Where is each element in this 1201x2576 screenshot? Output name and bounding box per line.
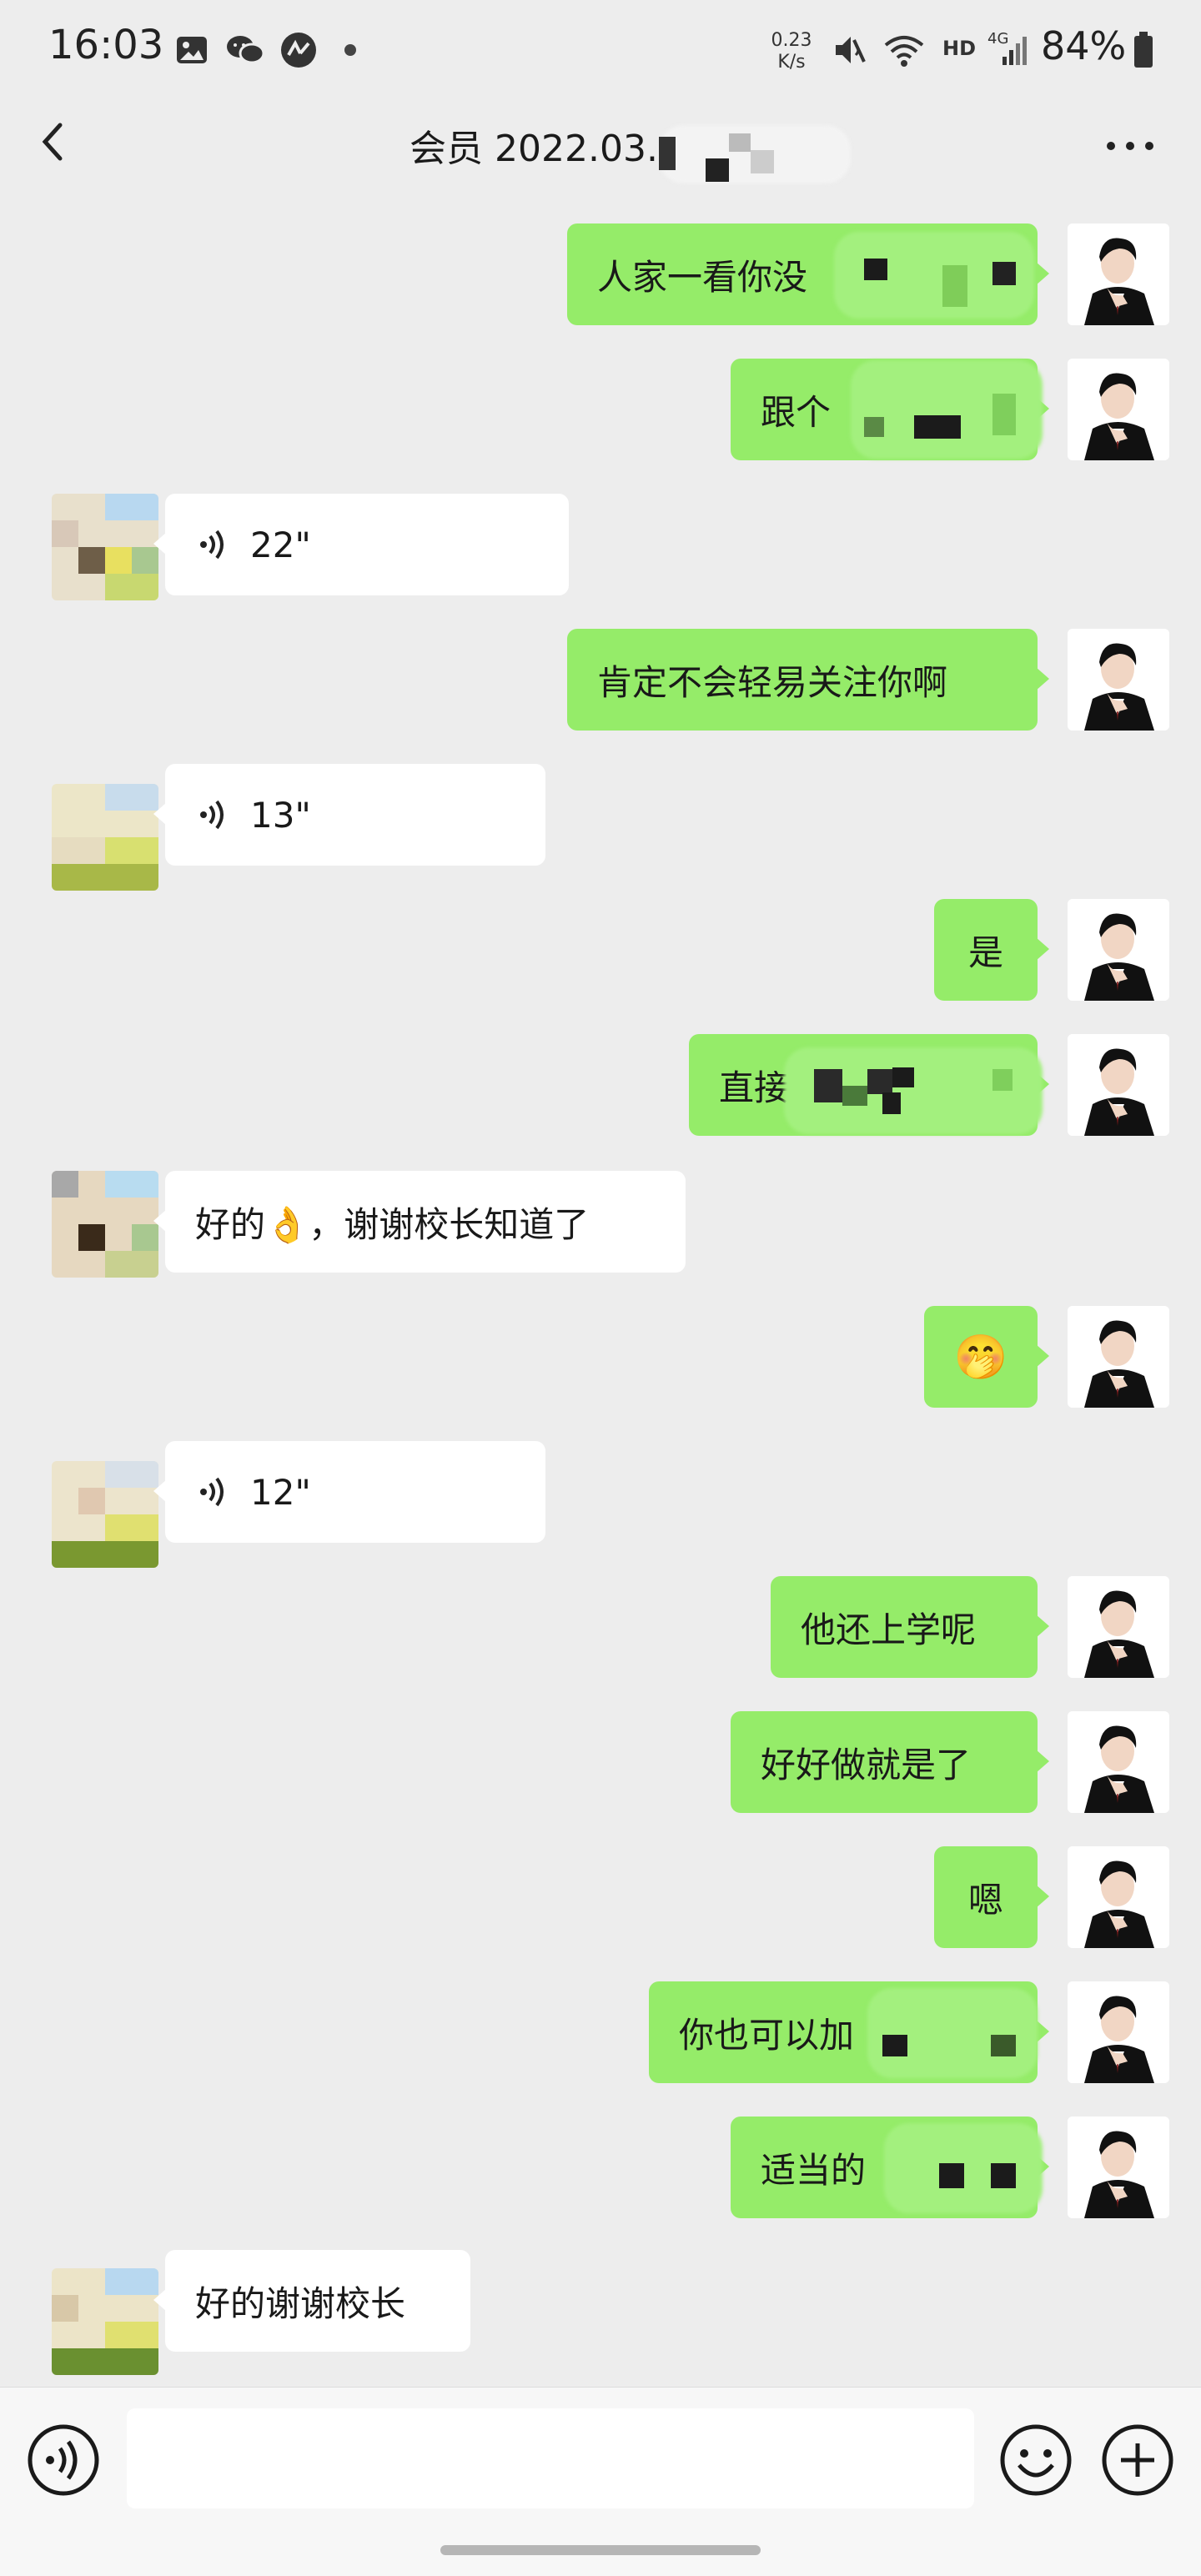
message-bubble-me[interactable]: 他还上学呢 xyxy=(771,1576,1049,1678)
avatar-me[interactable] xyxy=(1068,223,1169,325)
more-dots-icon[interactable] xyxy=(1101,125,1159,167)
message-text: 适当的 xyxy=(761,2149,867,2191)
voice-message-bubble[interactable]: 13" xyxy=(153,764,545,866)
app-icon xyxy=(280,33,317,68)
message-mosaic xyxy=(867,1988,1043,2078)
mute-icon xyxy=(831,33,867,67)
avatar-me[interactable] xyxy=(1068,1711,1169,1813)
avatar-me[interactable] xyxy=(1068,1034,1169,1136)
avatar-other[interactable] xyxy=(52,494,158,600)
message-bubble-other[interactable]: 好的👌，谢谢校长知道了 xyxy=(153,1171,686,1273)
voice-wave-icon xyxy=(195,1474,232,1510)
avatar-me[interactable] xyxy=(1068,359,1169,460)
avatar-me[interactable] xyxy=(1068,899,1169,1001)
status-time: 16:03 xyxy=(48,22,164,68)
message-input[interactable] xyxy=(127,2408,974,2508)
message-mosaic xyxy=(851,360,1048,459)
avatar-other[interactable] xyxy=(52,1171,158,1278)
net-speed: 0.23 K/s xyxy=(771,30,812,73)
voice-message-bubble[interactable]: 12" xyxy=(153,1441,545,1543)
message-text: 人家一看你没 xyxy=(597,256,808,298)
message-text: 跟个 xyxy=(761,391,832,433)
message-text: 嗯 xyxy=(967,1879,1003,1921)
message-text: 他还上学呢 xyxy=(801,1609,977,1650)
message-text: 肯定不会轻易关注你啊 xyxy=(597,661,948,703)
voice-toggle-icon[interactable] xyxy=(25,2422,102,2498)
signal-icon xyxy=(997,33,1031,67)
message-bubble-me[interactable]: 肯定不会轻易关注你啊 xyxy=(567,629,1049,731)
wechat-icon xyxy=(225,33,265,67)
plus-icon[interactable] xyxy=(1099,2422,1176,2498)
voice-wave-icon xyxy=(195,526,232,563)
voice-wave-icon xyxy=(195,796,232,833)
emoji-icon[interactable] xyxy=(997,2422,1074,2498)
message-mosaic xyxy=(884,2123,1046,2213)
avatar-other[interactable] xyxy=(52,784,158,891)
message-bubble-me[interactable]: 好好做就是了 xyxy=(731,1711,1049,1813)
wifi-icon xyxy=(882,33,926,67)
avatar-other[interactable] xyxy=(52,1461,158,1568)
avatar-me[interactable] xyxy=(1068,1846,1169,1948)
emoji-icon-message: 🤭 xyxy=(953,1332,1008,1383)
avatar-me[interactable] xyxy=(1068,1576,1169,1678)
emoji-bubble-me[interactable]: 🤭 xyxy=(924,1306,1049,1408)
battery-percent: 84% xyxy=(1041,23,1127,68)
dot-icon xyxy=(344,33,357,67)
message-bubble-me[interactable]: 是 xyxy=(934,899,1049,1001)
message-text: 是 xyxy=(967,931,1003,973)
avatar-me[interactable] xyxy=(1068,1306,1169,1408)
message-text: 好的👌，谢谢校长知道了 xyxy=(195,1203,590,1245)
battery-icon xyxy=(1133,32,1154,68)
avatar-me[interactable] xyxy=(1068,2117,1169,2218)
image-icon xyxy=(175,33,209,67)
chat-title: 会员 2022.03. xyxy=(410,128,658,170)
voice-duration: 22" xyxy=(250,524,311,565)
avatar-me[interactable] xyxy=(1068,629,1169,731)
hd-label: HD xyxy=(942,37,977,60)
voice-duration: 13" xyxy=(250,794,311,836)
message-bubble-other[interactable]: 好的谢谢校长 xyxy=(153,2250,470,2352)
avatar-me[interactable] xyxy=(1068,1981,1169,2083)
message-text: 直接 xyxy=(719,1067,790,1108)
voice-message-bubble[interactable]: 22" xyxy=(153,494,569,595)
home-indicator[interactable] xyxy=(440,2545,761,2555)
message-mosaic xyxy=(784,1044,1048,1137)
title-mosaic xyxy=(659,125,851,183)
voice-duration: 12" xyxy=(250,1471,311,1513)
message-text: 好好做就是了 xyxy=(761,1744,972,1785)
message-mosaic xyxy=(834,232,1043,319)
avatar-other[interactable] xyxy=(52,2268,158,2375)
message-text: 你也可以加 xyxy=(679,2014,855,2056)
message-text: 好的谢谢校长 xyxy=(195,2282,406,2324)
message-bubble-me[interactable]: 嗯 xyxy=(934,1846,1049,1948)
